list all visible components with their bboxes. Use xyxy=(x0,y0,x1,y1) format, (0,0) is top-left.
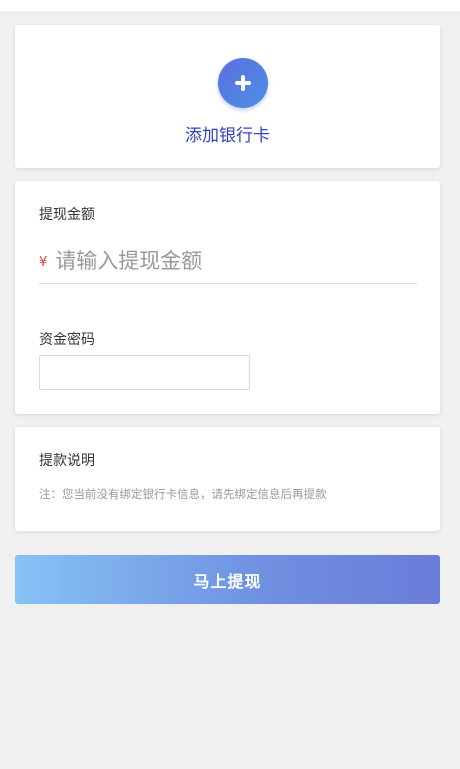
withdraw-amount-row: ¥ xyxy=(39,239,417,284)
withdraw-amount-title: 提现金额 xyxy=(39,207,95,223)
instructions-text: 注：您当前没有绑定银行卡信息，请先绑定信息后再提款 xyxy=(39,487,327,501)
withdraw-form-card: 提现金额 ¥ 资金密码 xyxy=(15,181,440,414)
plus-circle-icon[interactable] xyxy=(218,58,268,108)
withdraw-amount-input[interactable] xyxy=(55,249,417,273)
withdraw-now-button[interactable]: 马上提现 xyxy=(15,555,440,604)
currency-symbol: ¥ xyxy=(39,254,48,270)
add-bank-card-label[interactable]: 添加银行卡 xyxy=(15,121,440,146)
fund-password-input[interactable] xyxy=(39,355,250,390)
top-bar xyxy=(0,0,460,11)
fund-password-title: 资金密码 xyxy=(39,332,95,348)
withdraw-instructions-card: 提款说明 注：您当前没有绑定银行卡信息，请先绑定信息后再提款 xyxy=(15,427,440,531)
add-bank-card-panel[interactable]: 添加银行卡 xyxy=(15,25,440,168)
instructions-title: 提款说明 xyxy=(39,453,95,469)
